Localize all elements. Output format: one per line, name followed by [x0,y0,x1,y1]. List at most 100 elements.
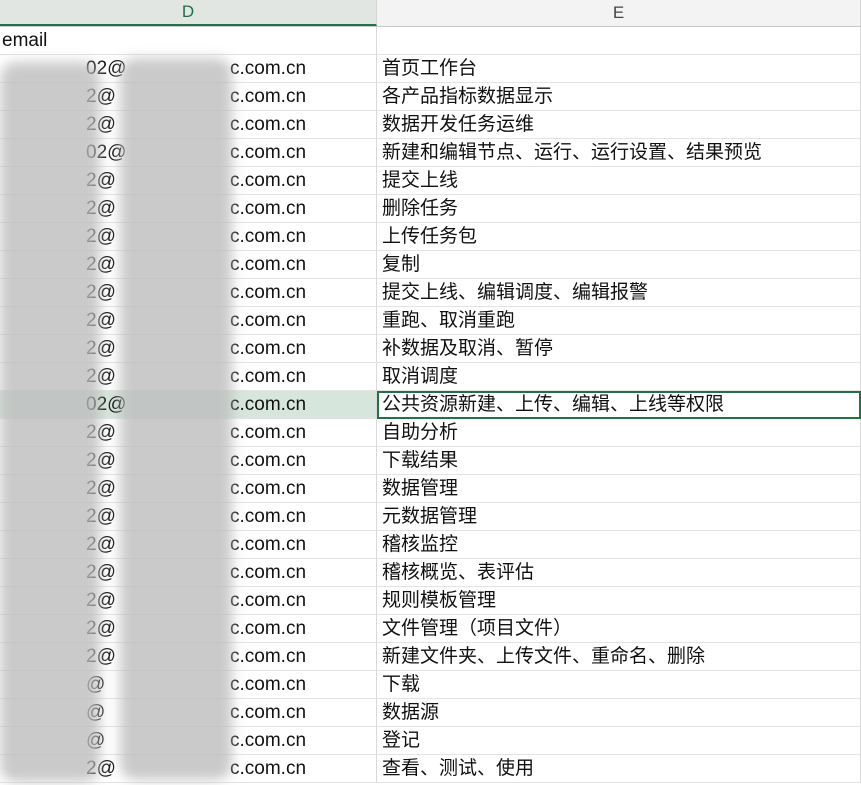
cell-email[interactable]: 2@ c.com.cn [0,167,377,195]
permission-text: 自助分析 [382,422,459,443]
email-domain: c.com.cn [230,86,307,107]
email-fragment: @ [86,674,106,695]
cell-email[interactable]: 2@ c.com.cn [0,643,377,671]
table-row: 2@ c.com.cn 下载结果 [0,447,861,475]
cell-permission[interactable]: 复制 [377,251,861,279]
cell-email[interactable]: @ c.com.cn [0,671,377,699]
cell-email[interactable]: 2@ c.com.cn [0,419,377,447]
cell-permission[interactable]: 取消调度 [377,363,861,391]
cell-email[interactable]: 2@ c.com.cn [0,111,377,139]
cell-email[interactable]: 2@ c.com.cn [0,307,377,335]
cell-permission[interactable]: 新建文件夹、上传文件、重命名、删除 [377,643,861,671]
cell-permission[interactable]: 提交上线 [377,167,861,195]
cell-permission[interactable]: 稽核概览、表评估 [377,559,861,587]
cell-permission[interactable]: 文件管理（项目文件） [377,615,861,643]
email-domain: c.com.cn [230,198,307,219]
table-row: 2@ c.com.cn 重跑、取消重跑 [0,307,861,335]
column-header-e[interactable]: E [377,0,861,26]
cell-email[interactable]: 2@ c.com.cn [0,195,377,223]
cell-email[interactable]: 2@ c.com.cn [0,755,377,783]
cell-permission[interactable]: 公共资源新建、上传、编辑、上线等权限 [377,391,861,419]
email-domain: c.com.cn [230,478,307,499]
cell-email[interactable]: 2@ c.com.cn [0,531,377,559]
permission-text: 数据开发任务运维 [382,114,535,135]
cell-email[interactable]: 2@ c.com.cn [0,363,377,391]
cell-permission[interactable]: 自助分析 [377,419,861,447]
permission-text: 文件管理（项目文件） [382,618,573,639]
cell-permission[interactable]: 登记 [377,727,861,755]
cell-email[interactable]: 2@ c.com.cn [0,83,377,111]
cell-permission[interactable]: 数据源 [377,699,861,727]
permission-text: 查看、测试、使用 [382,758,535,779]
column-header-d[interactable]: D [0,0,377,26]
cell-email[interactable]: 2@ c.com.cn [0,447,377,475]
cell-email-header[interactable]: email [0,27,377,55]
table-row: 2@ c.com.cn 新建文件夹、上传文件、重命名、删除 [0,643,861,671]
cell-permission[interactable]: 数据管理 [377,475,861,503]
permission-text: 稽核监控 [382,534,459,555]
fill-handle[interactable] [377,416,378,418]
email-fragment: 2@ [86,590,116,611]
table-row: 2@ c.com.cn 提交上线、编辑调度、编辑报警 [0,279,861,307]
permission-text: 新建文件夹、上传文件、重命名、删除 [382,646,706,667]
table-row: @ c.com.cn 下载 [0,671,861,699]
table-row: 2@ c.com.cn 数据开发任务运维 [0,111,861,139]
email-fragment: @ [86,702,106,723]
cell-permission[interactable]: 提交上线、编辑调度、编辑报警 [377,279,861,307]
cell-permission[interactable]: 数据开发任务运维 [377,111,861,139]
table-row: 02@ c.com.cn 新建和编辑节点、运行、运行设置、结果预览 [0,139,861,167]
cell-permission[interactable]: 稽核监控 [377,531,861,559]
cell-email[interactable]: 2@ c.com.cn [0,475,377,503]
cell-email[interactable]: 2@ c.com.cn [0,503,377,531]
permission-text: 提交上线、编辑调度、编辑报警 [382,282,649,303]
cell-email[interactable]: @ c.com.cn [0,699,377,727]
cell-email[interactable]: 2@ c.com.cn [0,587,377,615]
email-domain: c.com.cn [230,702,307,723]
permission-text: 数据源 [382,702,440,723]
permission-text: 下载 [382,674,421,695]
cell-email[interactable]: 2@ c.com.cn [0,223,377,251]
email-domain: c.com.cn [230,170,307,191]
email-fragment: 2@ [86,506,116,527]
cell-permission[interactable]: 下载结果 [377,447,861,475]
email-domain: c.com.cn [230,58,307,79]
email-domain: c.com.cn [230,310,307,331]
cell-email[interactable]: 02@ c.com.cn [0,391,377,419]
cell-email[interactable]: 2@ c.com.cn [0,335,377,363]
cell-permission[interactable]: 删除任务 [377,195,861,223]
cell-permission[interactable]: 新建和编辑节点、运行、运行设置、结果预览 [377,139,861,167]
table-row: 2@ c.com.cn 查看、测试、使用 [0,755,861,783]
cell-email[interactable]: 2@ c.com.cn [0,251,377,279]
email-fragment: 2@ [86,254,116,275]
cell-permission[interactable]: 首页工作台 [377,55,861,83]
table-row: 2@ c.com.cn 删除任务 [0,195,861,223]
cell-email[interactable]: 02@ c.com.cn [0,139,377,167]
cell-permission[interactable]: 补数据及取消、暂停 [377,335,861,363]
email-fragment: 2@ [86,478,116,499]
table-row: @ c.com.cn 数据源 [0,699,861,727]
cell-permission[interactable]: 各产品指标数据显示 [377,83,861,111]
cell-permission-header[interactable] [377,27,861,55]
permission-text: 取消调度 [382,366,459,387]
cell-email[interactable]: @ c.com.cn [0,727,377,755]
email-domain: c.com.cn [230,674,307,695]
cell-permission[interactable]: 下载 [377,671,861,699]
email-fragment: 2@ [86,366,116,387]
email-domain: c.com.cn [230,282,307,303]
cell-permission[interactable]: 规则模板管理 [377,587,861,615]
cell-email[interactable]: 2@ c.com.cn [0,559,377,587]
cell-email[interactable]: 2@ c.com.cn [0,615,377,643]
cell-permission[interactable]: 上传任务包 [377,223,861,251]
cell-permission[interactable]: 元数据管理 [377,503,861,531]
cell-email[interactable]: 02@ c.com.cn [0,55,377,83]
email-fragment: 2@ [86,86,116,107]
table-row: 2@ c.com.cn 元数据管理 [0,503,861,531]
table-row: 2@ c.com.cn 补数据及取消、暂停 [0,335,861,363]
email-domain: c.com.cn [230,422,307,443]
cell-email[interactable]: 2@ c.com.cn [0,279,377,307]
cell-permission[interactable]: 重跑、取消重跑 [377,307,861,335]
permission-text: 元数据管理 [382,506,478,527]
spreadsheet: D E email 02@ c.com.cn 首页工作台 2@ c.com.cn 各产品指… [0,0,861,785]
cell-permission[interactable]: 查看、测试、使用 [377,755,861,783]
permission-text: 上传任务包 [382,226,478,247]
